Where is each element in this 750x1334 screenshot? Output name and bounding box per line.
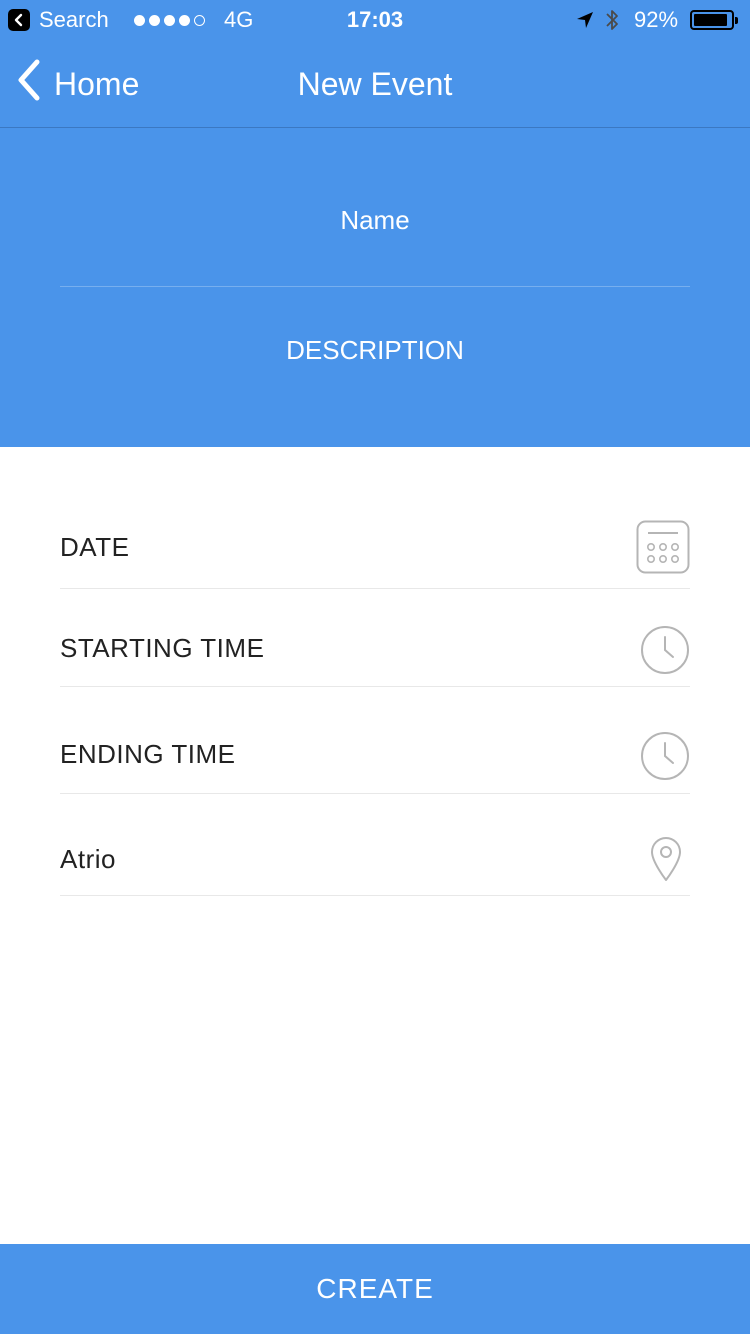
location-value: Atrio — [60, 844, 116, 874]
ending-time-divider — [60, 793, 690, 794]
create-button[interactable]: CREATE — [0, 1244, 750, 1334]
location-divider — [60, 895, 690, 896]
location-field[interactable]: Atrio — [60, 836, 690, 884]
clock-icon — [640, 625, 690, 680]
header-panel: Search 4G 17:03 92% Home New Event Name … — [0, 0, 750, 447]
ending-time-field[interactable]: ENDING TIME — [60, 731, 690, 783]
description-field[interactable]: DESCRIPTION — [60, 335, 690, 366]
map-pin-icon — [650, 836, 682, 887]
starting-time-divider — [60, 686, 690, 687]
back-button[interactable]: Home — [16, 40, 139, 128]
ending-time-label: ENDING TIME — [60, 739, 236, 769]
calendar-icon — [636, 520, 690, 579]
starting-time-label: STARTING TIME — [60, 633, 265, 663]
bluetooth-icon — [604, 0, 620, 40]
battery-icon — [690, 0, 738, 40]
battery-percent: 92% — [634, 7, 679, 32]
date-field[interactable]: DATE — [60, 520, 690, 576]
back-label: Home — [54, 65, 140, 102]
name-field[interactable]: Name — [60, 205, 690, 236]
date-label: DATE — [60, 532, 130, 562]
chevron-left-icon — [16, 59, 42, 109]
status-bar: Search 4G 17:03 92% — [0, 0, 750, 40]
clock-icon — [640, 731, 690, 786]
location-arrow-icon — [576, 0, 594, 40]
starting-time-field[interactable]: STARTING TIME — [60, 625, 690, 677]
navigation-bar: Home New Event — [0, 40, 750, 128]
date-divider — [60, 588, 690, 589]
name-divider — [60, 286, 690, 287]
